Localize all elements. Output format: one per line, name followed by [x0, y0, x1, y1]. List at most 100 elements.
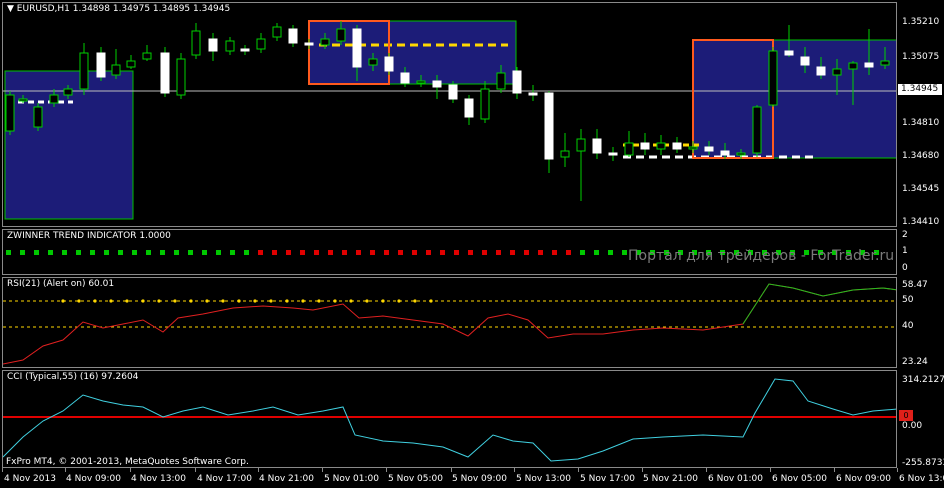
alert-dot: [269, 299, 273, 303]
candle-body: [240, 48, 250, 52]
candle-body: [208, 38, 218, 52]
alert-dot: [173, 299, 177, 303]
candle-body: [624, 142, 634, 156]
zwinner-title: ZWINNER TREND INDICATOR 1.0000: [7, 231, 171, 241]
time-label: 4 Nov 13:00: [131, 474, 186, 484]
time-label: 5 Nov 13:00: [516, 474, 571, 484]
trend-dot: [146, 250, 151, 255]
candle-body: [304, 42, 314, 46]
candle-body: [191, 30, 201, 56]
time-label: 5 Nov 05:00: [388, 474, 443, 484]
trend-dot: [34, 250, 39, 255]
candle-body: [432, 80, 442, 88]
candle-body: [512, 70, 522, 94]
candle-body: [272, 26, 282, 38]
trend-dot: [300, 250, 305, 255]
candle-body: [656, 142, 666, 150]
trend-dot: [244, 250, 249, 255]
trend-dot: [216, 250, 221, 255]
mt4-chart-window[interactable]: ▼ EURUSD,H1 1.34898 1.34975 1.34895 1.34…: [0, 0, 944, 488]
cci-zero-marker: 0: [899, 410, 913, 421]
trend-dot: [426, 250, 431, 255]
trend-dot: [230, 250, 235, 255]
trend-dot: [594, 250, 599, 255]
trend-dot: [440, 250, 445, 255]
trend-dot: [6, 250, 11, 255]
trend-dot: [384, 250, 389, 255]
trend-dot: [90, 250, 95, 255]
alert-dot: [109, 299, 113, 303]
cci-pane[interactable]: CCI (Typical,55) (16) 97.2604: [2, 370, 897, 468]
candlestick-chart: [3, 20, 896, 220]
alert-dot: [221, 299, 225, 303]
trend-dot: [412, 250, 417, 255]
alert-dot: [317, 299, 321, 303]
candle-body: [336, 28, 346, 42]
trend-dot: [496, 250, 501, 255]
time-label: 4 Nov 2013: [4, 474, 56, 484]
trend-dot: [76, 250, 81, 255]
candle-body: [816, 66, 826, 76]
candle-body: [63, 88, 73, 96]
alert-dot: [141, 299, 145, 303]
alert-dot: [333, 299, 337, 303]
current-price-label: 1.34945: [898, 84, 942, 95]
time-label: 4 Nov 21:00: [259, 474, 314, 484]
trend-dot: [538, 250, 543, 255]
trend-dot: [188, 250, 193, 255]
rsi-line-overbought: [742, 283, 896, 325]
price-pane[interactable]: ▼ EURUSD,H1 1.34898 1.34975 1.34895 1.34…: [2, 2, 897, 227]
time-label: 6 Nov 01:00: [708, 474, 763, 484]
zw-tick: 1: [902, 246, 908, 256]
price-tick: 1.35210: [902, 17, 940, 27]
candle-body: [111, 64, 121, 76]
candle-body: [752, 106, 762, 154]
alert-dot: [365, 299, 369, 303]
alert-dot: [397, 299, 401, 303]
candle-body: [704, 146, 714, 152]
trend-dot: [202, 250, 207, 255]
trend-dot: [132, 250, 137, 255]
rsi-pane[interactable]: RSI(21) (Alert on) 60.01: [2, 277, 897, 368]
candle-body: [49, 94, 59, 104]
trend-dot: [552, 250, 557, 255]
time-label: 5 Nov 21:00: [643, 474, 698, 484]
candle-body: [672, 142, 682, 150]
rsi-tick: 58.47: [902, 280, 928, 290]
alert-dot: [93, 299, 97, 303]
cci-tick: 0.00: [902, 421, 923, 431]
alert-dot: [381, 299, 385, 303]
copyright: FxPro MT4, © 2001-2013, MetaQuotes Softw…: [6, 457, 249, 467]
candle-body: [736, 152, 746, 156]
candle-body: [5, 94, 15, 132]
alert-dot: [429, 299, 433, 303]
candle-body: [576, 138, 586, 152]
alert-dot: [125, 299, 129, 303]
price-scale[interactable]: 1.35210 1.35075 1.34810 1.34680 1.34545 …: [898, 2, 944, 227]
alert-dot: [413, 299, 417, 303]
trend-dot: [482, 250, 487, 255]
trend-dot: [370, 250, 375, 255]
trend-dot: [272, 250, 277, 255]
alert-dot: [61, 299, 65, 303]
price-tick: 1.34410: [902, 217, 940, 227]
candle-body: [142, 52, 152, 60]
candle-body: [720, 150, 730, 156]
rsi-tick: 40: [902, 321, 914, 331]
dropdown-triangle-icon[interactable]: ▼: [7, 4, 17, 14]
candle-body: [688, 146, 698, 150]
trend-dot: [160, 250, 165, 255]
candle-body: [544, 92, 554, 160]
price-tick: 1.34545: [902, 184, 940, 194]
alert-dot: [157, 299, 161, 303]
alert-dot: [237, 299, 241, 303]
trend-dot: [356, 250, 361, 255]
candle-body: [96, 52, 106, 78]
candle-body: [528, 92, 538, 96]
alert-dot: [205, 299, 209, 303]
price-tick: 1.34810: [902, 118, 940, 128]
cci-line: [3, 378, 896, 462]
trend-dot: [328, 250, 333, 255]
alert-dot: [285, 299, 289, 303]
cci-title: CCI (Typical,55) (16) 97.2604: [7, 372, 139, 382]
